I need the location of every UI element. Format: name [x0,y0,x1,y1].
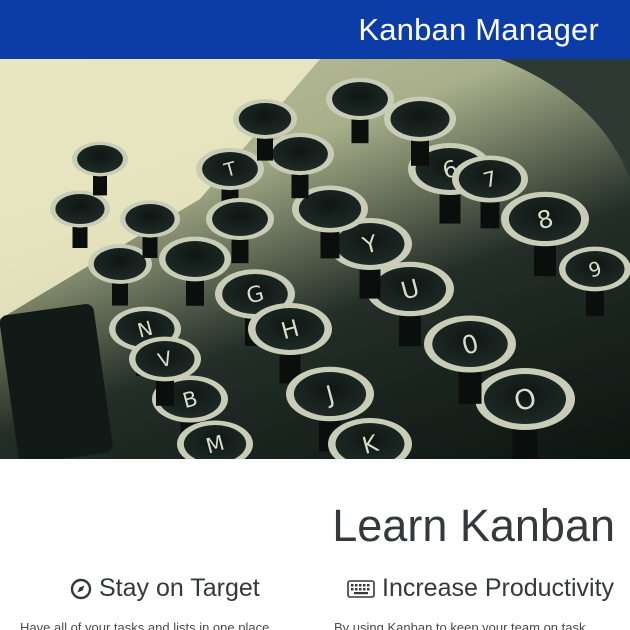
feature-description: Have all of your tasks and lists in one … [20,620,270,630]
brand-link[interactable]: Kanban Manager [358,12,599,48]
feature-description: By using Kanban to keep your team on tas… [334,620,586,630]
feature-heading-label: Increase Productivity [382,574,615,602]
typewriter-illustration: BGHJKMNOTUVY896 70 [0,59,630,459]
navbar: Kanban Manager [0,0,630,59]
feature-heading-increase-productivity: Increase Productivity [347,574,614,603]
feature-heading-stay-on-target: Stay on Target [70,574,260,603]
feature-heading-label: Stay on Target [99,574,260,602]
compass-icon [70,578,92,600]
hero-image: BGHJKMNOTUVY89670 [0,59,630,459]
page-title: Learn Kanban [332,500,615,551]
keyboard-icon [347,579,375,599]
